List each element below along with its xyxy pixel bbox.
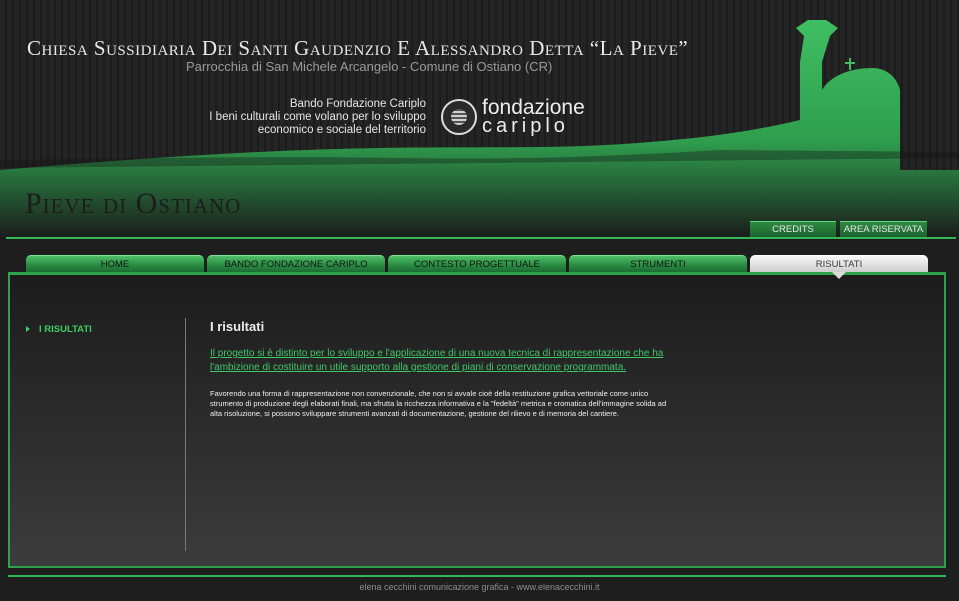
logo-cariplo: cariplo <box>482 115 569 137</box>
bando-line: economico e sociale del territorio <box>257 124 426 136</box>
triangle-bullet-icon <box>26 326 30 332</box>
tab-bando-fondazione-cariplo[interactable]: BANDO FONDAZIONE CARIPLO <box>207 255 385 272</box>
content-panel <box>8 272 946 568</box>
tab-strumenti[interactable]: STRUMENTI <box>569 255 747 272</box>
sidebar-divider <box>185 318 186 551</box>
lead-paragraph[interactable]: Il progetto si è distinto per lo svilupp… <box>210 347 690 375</box>
sidebar-item-risultati[interactable]: I RISULTATI <box>26 324 146 336</box>
body-paragraph: Favorendo una forma di rappresentazione … <box>210 389 667 418</box>
cariplo-seal-icon <box>441 99 477 135</box>
header-divider <box>6 237 956 239</box>
bando-line: I beni culturali come volano per lo svil… <box>209 111 426 123</box>
tab-home[interactable]: HOME <box>26 255 204 272</box>
footer-credit[interactable]: elena cecchini comunicazione grafica - w… <box>0 582 959 592</box>
page-title: I risultati <box>210 319 265 334</box>
tab-contesto-progettuale[interactable]: CONTESTO PROGETTUALE <box>388 255 566 272</box>
active-tab-indicator-icon <box>832 272 846 279</box>
bando-text: Bando Fondazione Cariplo I beni cultural… <box>170 98 426 137</box>
site-title: Chiesa Sussidiaria Dei Santi Gaudenzio E… <box>27 36 689 60</box>
site-subtitle: Parrocchia di San Michele Arcangelo - Co… <box>186 59 553 74</box>
site-name: Pieve di Ostiano <box>25 187 242 220</box>
tab-risultati[interactable]: RISULTATI <box>750 255 928 272</box>
credits-button[interactable]: CREDITS <box>750 221 836 237</box>
area-riservata-button[interactable]: AREA RISERVATA <box>840 221 927 237</box>
bando-line: Bando Fondazione Cariplo <box>289 98 426 110</box>
site-header: Chiesa Sussidiaria Dei Santi Gaudenzio E… <box>0 0 959 240</box>
sidebar-item-label: I RISULTATI <box>39 324 92 335</box>
footer-divider <box>8 575 946 577</box>
